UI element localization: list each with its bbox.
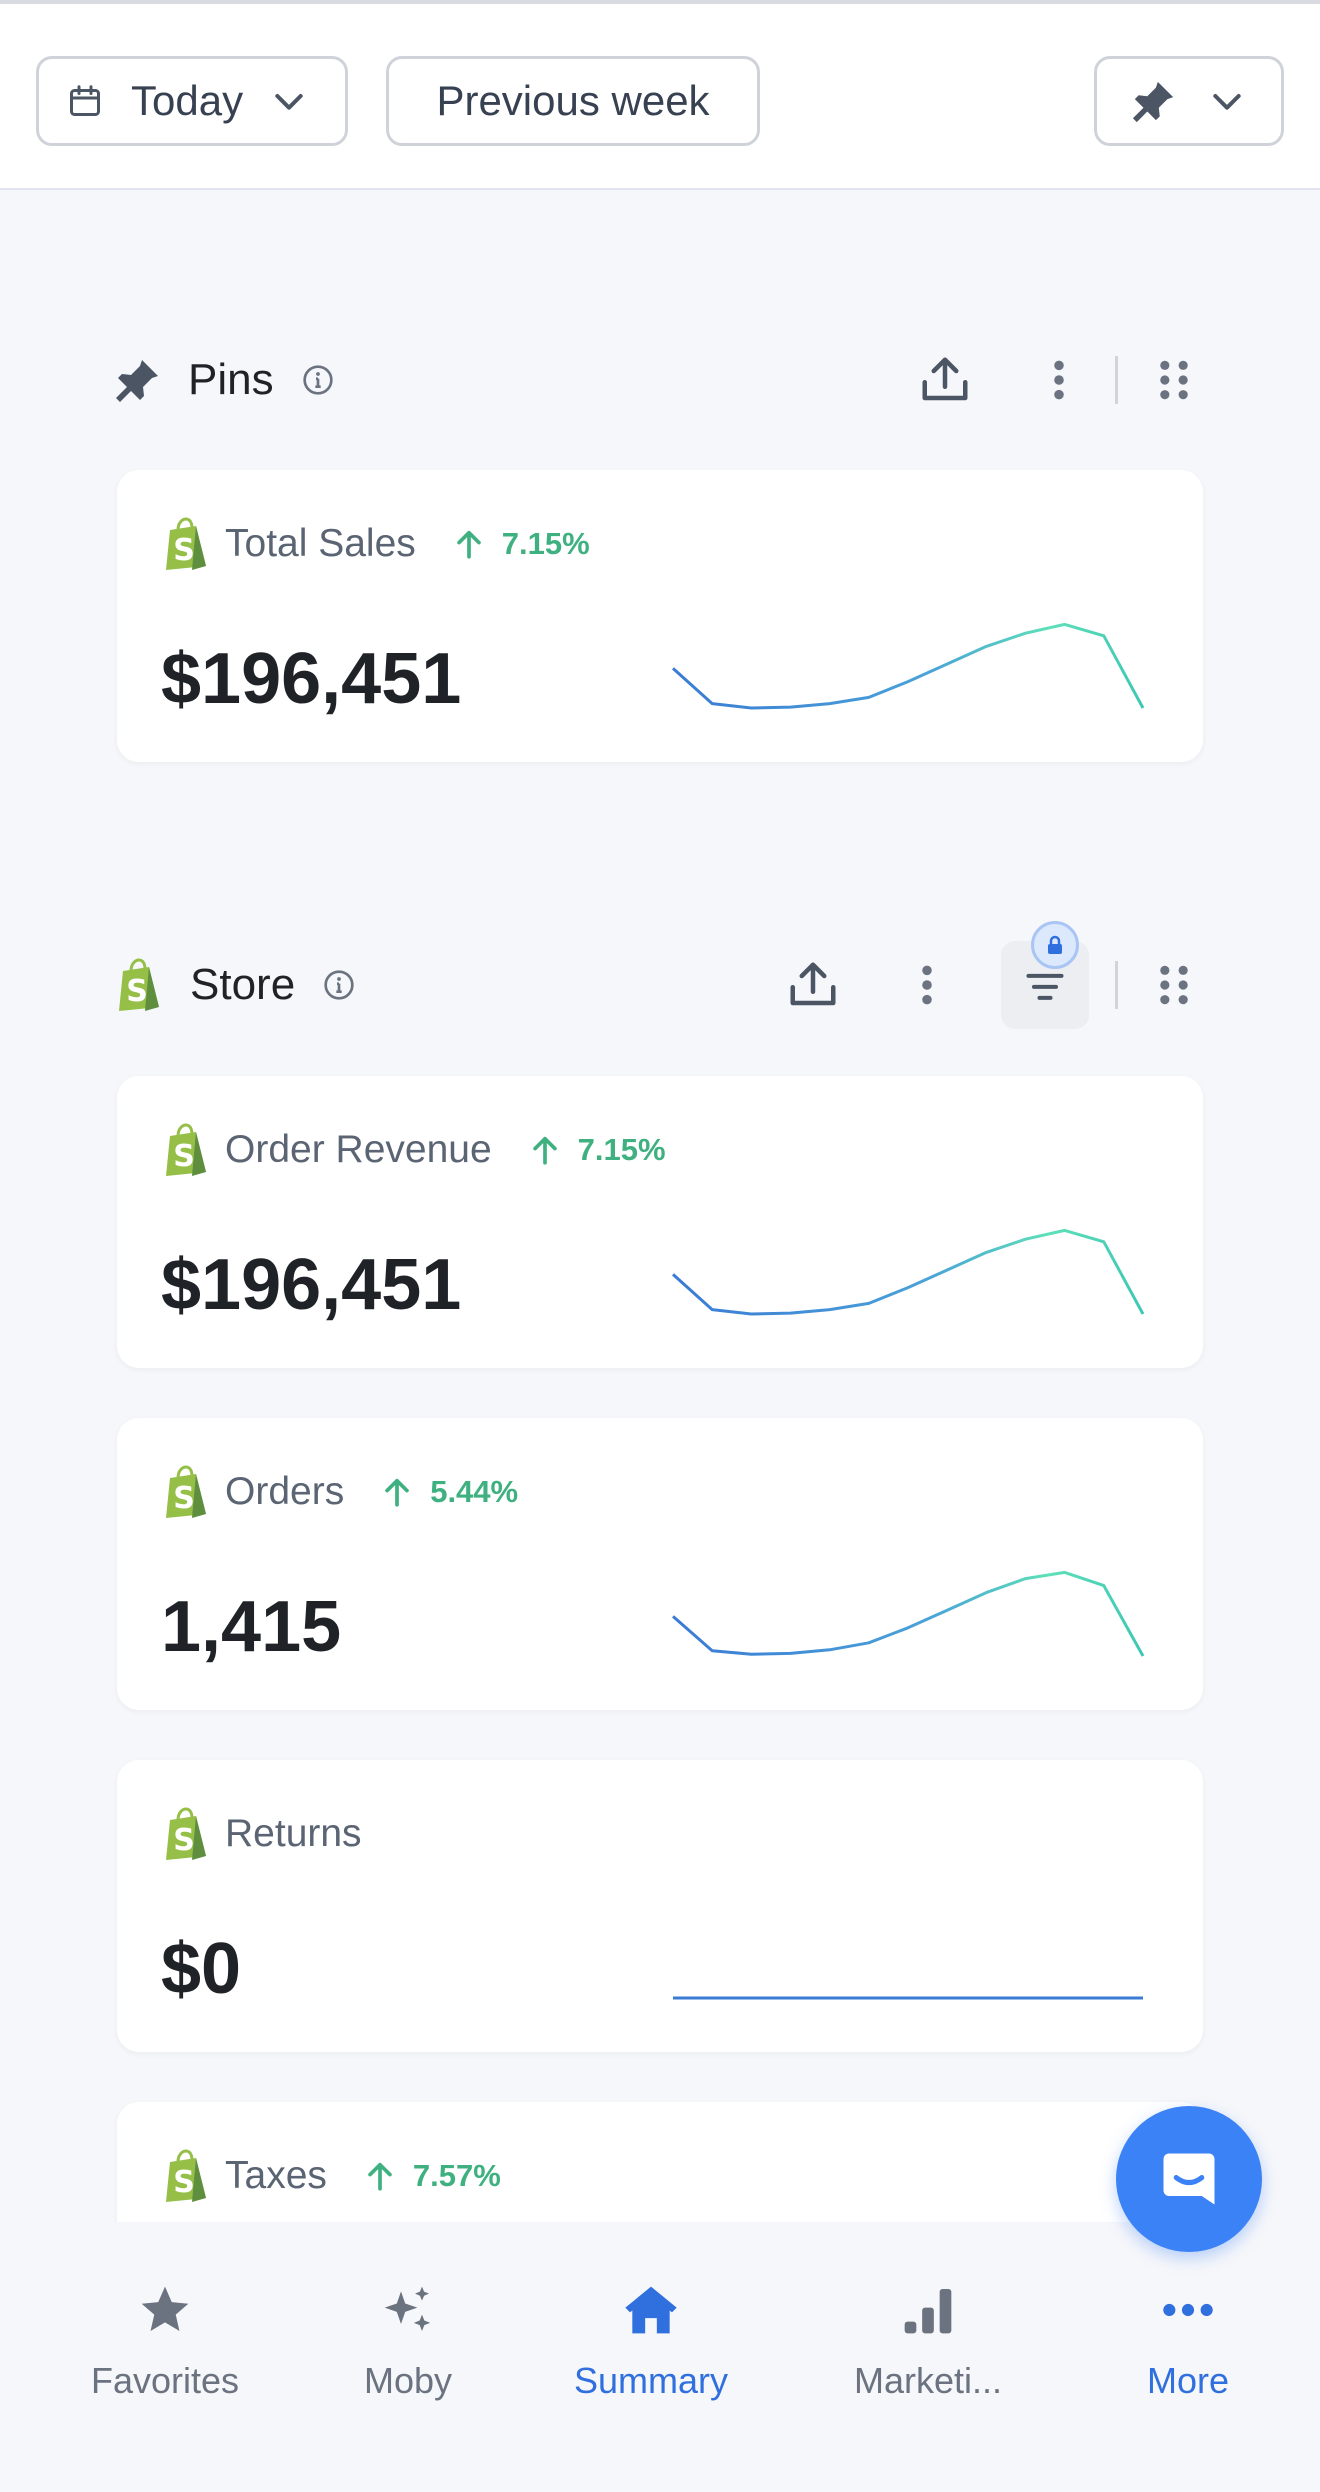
change-value: 7.57%	[412, 2158, 501, 2193]
arrow-up-icon	[363, 2159, 397, 2193]
kebab-icon	[1037, 356, 1081, 404]
metric-title: Total Sales	[225, 522, 416, 565]
change-value: 5.44%	[430, 1474, 519, 1509]
share-icon	[786, 958, 840, 1012]
sparkline	[671, 1228, 1145, 1316]
nav-label: Moby	[363, 2360, 453, 2401]
drag-handle[interactable]	[1144, 350, 1204, 410]
divider	[1115, 961, 1118, 1009]
bottom-navigation: Favorites Moby Summary Marketi... More	[0, 2222, 1320, 2492]
metric-title: Taxes	[225, 2154, 327, 2197]
date-range-label: Today	[131, 77, 244, 124]
sparkline-line	[671, 622, 1145, 710]
metric-title: Returns	[225, 1812, 362, 1855]
kebab-icon	[905, 961, 949, 1009]
arrow-up-icon	[380, 1475, 414, 1509]
compare-period-label: Previous week	[436, 77, 710, 124]
star-icon	[141, 2286, 189, 2331]
change-indicator: 7.57%	[363, 2158, 501, 2194]
top-toolbar: Today Previous week	[0, 0, 1320, 190]
nav-label: Summary	[573, 2360, 729, 2401]
metric-title: Orders	[225, 1470, 345, 1513]
shopify-icon	[161, 2148, 211, 2204]
more-options-button[interactable]	[1029, 350, 1089, 410]
nav-label: Favorites	[90, 2360, 240, 2401]
nav-label: More	[1146, 2360, 1230, 2401]
change-indicator: 5.44%	[380, 1474, 518, 1510]
grip-icon	[1152, 356, 1196, 404]
sparkline	[671, 622, 1145, 710]
date-range-dropdown[interactable]: Today	[36, 56, 348, 146]
section-title: Store	[190, 960, 296, 1009]
shopify-icon	[161, 1122, 211, 1178]
chat-launcher-button[interactable]	[1116, 2106, 1262, 2252]
arrow-up-icon	[528, 1133, 562, 1167]
shopify-icon	[161, 516, 211, 572]
info-icon[interactable]	[323, 969, 355, 1001]
shopify-icon	[161, 1806, 211, 1862]
sparkles-icon	[384, 2286, 431, 2331]
metric-value: $0	[161, 1929, 242, 2009]
section-title: Pins	[188, 355, 274, 404]
shopify-icon	[161, 1464, 211, 1520]
export-button[interactable]	[783, 955, 843, 1015]
store-section-header: Store	[114, 921, 1204, 1029]
pin-icon	[1131, 78, 1177, 124]
pin-icon	[114, 356, 162, 404]
metric-card[interactable]: Orders 5.44% 1,415	[117, 1418, 1203, 1710]
info-icon[interactable]	[302, 364, 334, 396]
change-indicator: 7.15%	[528, 1132, 666, 1168]
change-value: 7.15%	[577, 1132, 666, 1167]
chevron-down-icon	[1207, 81, 1247, 121]
nav-favorites[interactable]: Favorites	[55, 2278, 275, 2408]
sparkline	[673, 1996, 1143, 2000]
nav-more[interactable]: More	[1078, 2278, 1298, 2408]
grip-icon	[1152, 961, 1196, 1009]
chat-icon	[1163, 2153, 1215, 2205]
metric-card[interactable]: Returns $0	[117, 1760, 1203, 2052]
arrow-up-icon	[452, 527, 486, 561]
nav-marketing[interactable]: Marketi...	[818, 2278, 1038, 2408]
nav-label: Marketi...	[853, 2360, 1003, 2401]
sparkline-line	[672, 1570, 1145, 1657]
drag-handle[interactable]	[1144, 955, 1204, 1015]
sparkline	[672, 1570, 1145, 1657]
sparkline-line	[671, 1228, 1145, 1316]
pins-section-header: Pins	[114, 340, 1204, 420]
lock-badge	[1031, 921, 1079, 969]
metric-card[interactable]: Order Revenue 7.15% $196,451	[117, 1076, 1203, 1368]
chevron-down-icon	[269, 81, 309, 121]
dots-icon	[1163, 2303, 1213, 2317]
change-value: 7.15%	[501, 526, 590, 561]
metric-title: Order Revenue	[225, 1128, 492, 1171]
home-icon	[625, 2286, 677, 2334]
metric-value: $196,451	[161, 639, 462, 719]
metric-value: $196,451	[161, 1245, 462, 1325]
nav-summary[interactable]: Summary	[541, 2278, 761, 2408]
nav-moby[interactable]: Moby	[298, 2278, 518, 2408]
change-indicator: 7.15%	[452, 526, 590, 562]
calendar-icon	[70, 85, 100, 116]
divider	[1115, 356, 1118, 404]
pin-dropdown-button[interactable]	[1094, 56, 1284, 146]
metric-value: 1,415	[161, 1587, 342, 1667]
shopify-icon	[114, 957, 164, 1013]
export-button[interactable]	[915, 350, 975, 410]
filter-button[interactable]	[1001, 921, 1089, 1029]
share-icon	[918, 353, 972, 407]
bar-chart-icon	[904, 2289, 952, 2334]
more-options-button[interactable]	[897, 955, 957, 1015]
compare-period-button[interactable]: Previous week	[386, 56, 760, 146]
filter-icon	[1026, 973, 1064, 1000]
metric-card[interactable]: Total Sales 7.15% $196,451	[117, 470, 1203, 762]
lock-icon	[1048, 935, 1062, 954]
